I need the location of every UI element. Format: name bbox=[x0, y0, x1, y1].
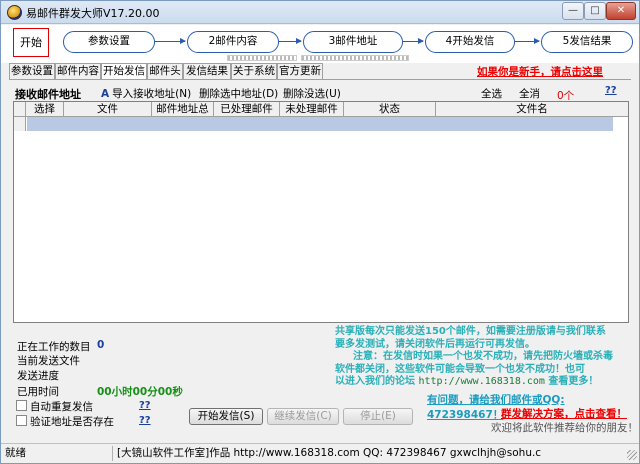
recommend-text: 欢迎将此软件推荐给你的朋友！ bbox=[491, 422, 638, 434]
delete-unselected-button[interactable]: 删除没选(U) bbox=[283, 86, 341, 101]
main-window: 易邮件群发大师V17.20.00 — □ ✕ 开始 参数设置 2邮件内容 3邮件… bbox=[0, 0, 640, 464]
verify-address-checkbox[interactable] bbox=[16, 415, 27, 426]
status-bar: 就绪 [大镜山软件工作室]作品 http://www.168318.com QQ… bbox=[1, 443, 639, 463]
status-state: 就绪 bbox=[5, 446, 113, 461]
arrow-icon bbox=[403, 38, 424, 44]
column-header-unprocessed[interactable]: 未处理邮件 bbox=[280, 102, 344, 117]
workflow-start[interactable]: 开始 bbox=[13, 28, 49, 57]
progress-label: 发送进度 bbox=[17, 370, 59, 382]
verify-help-link[interactable]: ?? bbox=[139, 415, 151, 426]
workflow-step-send[interactable]: 4开始发信 bbox=[425, 31, 515, 53]
column-header-total[interactable]: 邮件地址总数 bbox=[152, 102, 214, 129]
elapsed-label: 已用时间 bbox=[17, 386, 59, 398]
auto-resend-help-link[interactable]: ?? bbox=[139, 400, 151, 411]
title-bar: 易邮件群发大师V17.20.00 — □ ✕ bbox=[1, 1, 639, 24]
column-header-filename[interactable]: 文件名 bbox=[436, 102, 628, 117]
current-file-label: 当前发送文件 bbox=[17, 355, 80, 367]
tab-about[interactable]: 关于系统 bbox=[231, 63, 277, 79]
forum-url-link[interactable]: http://www.168318.com bbox=[418, 376, 544, 387]
help-link[interactable]: ?? bbox=[605, 85, 617, 96]
start-send-button[interactable]: 开始发信(S) bbox=[189, 408, 263, 425]
column-header-status[interactable]: 状态 bbox=[344, 102, 436, 117]
continue-send-button[interactable]: 继续发信(C) bbox=[267, 408, 339, 425]
window-title: 易邮件群发大师V17.20.00 bbox=[26, 7, 160, 20]
tab-send[interactable]: 开始发信 bbox=[101, 63, 147, 80]
tab-content[interactable]: 邮件内容 bbox=[55, 63, 101, 79]
recipient-section-title: 接收邮件地址 bbox=[15, 88, 81, 101]
arrow-icon bbox=[155, 38, 186, 44]
working-count-value: 0 bbox=[97, 339, 105, 351]
table-row[interactable] bbox=[14, 117, 628, 131]
arrow-icon bbox=[279, 38, 302, 44]
header-corner bbox=[14, 102, 26, 117]
newbie-help-link[interactable]: 如果你是新手，请点击这里 bbox=[477, 64, 603, 79]
select-all-button[interactable]: 全选 bbox=[481, 86, 502, 101]
workflow-step-results[interactable]: 5发信结果 bbox=[541, 31, 633, 53]
column-header-processed[interactable]: 已处理邮件 bbox=[214, 102, 280, 117]
workflow-step-content[interactable]: 2邮件内容 bbox=[187, 31, 279, 53]
auto-resend-checkbox[interactable] bbox=[16, 400, 27, 411]
scroll-track[interactable] bbox=[227, 55, 297, 61]
deselect-all-button[interactable]: 全消 bbox=[519, 86, 540, 101]
workflow-step-addresses[interactable]: 3邮件地址 bbox=[303, 31, 403, 53]
table-header: 选择 文件 邮件地址总数 已处理邮件 未处理邮件 状态 文件名 bbox=[14, 102, 628, 129]
delete-selected-button[interactable]: 删除选中地址(D) bbox=[199, 86, 278, 101]
stop-button[interactable]: 停止(E) bbox=[343, 408, 413, 425]
column-header-file[interactable]: 文件 bbox=[64, 102, 152, 117]
import-addresses-button[interactable]: A 导入接收地址(N) bbox=[101, 86, 191, 101]
tab-updates[interactable]: 官方更新 bbox=[277, 63, 323, 79]
status-credit: [大镜山软件工作室]作品 http://www.168318.com QQ: 4… bbox=[117, 447, 542, 459]
resize-grip-icon[interactable] bbox=[627, 450, 637, 460]
close-button[interactable]: ✕ bbox=[606, 2, 636, 20]
auto-resend-label: 自动重复发信 bbox=[30, 401, 93, 413]
solution-link[interactable]: 群发解决方案，点击查看！ bbox=[501, 406, 627, 421]
workflow-bar: 开始 参数设置 2邮件内容 3邮件地址 4开始发信 5发信结果 bbox=[1, 25, 639, 63]
maximize-button[interactable]: □ bbox=[584, 2, 606, 20]
scroll-track[interactable] bbox=[301, 55, 409, 61]
workflow-step-settings[interactable]: 参数设置 bbox=[63, 31, 155, 53]
column-header-select[interactable]: 选择 bbox=[26, 102, 64, 117]
tab-results[interactable]: 发信结果 bbox=[183, 63, 231, 79]
working-count-label: 正在工作的数目 bbox=[17, 341, 91, 353]
tab-headers[interactable]: 邮件头 bbox=[147, 63, 183, 79]
arrow-icon bbox=[515, 38, 540, 44]
elapsed-value: 00小时00分00秒 bbox=[97, 386, 183, 398]
shareware-notice: 共享版每次只能发送150个邮件，如需要注册版请与我们联系 要多发测试，请关闭软件… bbox=[335, 326, 613, 387]
selected-row-highlight bbox=[27, 117, 613, 131]
import-icon: A bbox=[101, 88, 110, 100]
row-indicator bbox=[14, 117, 26, 131]
address-table[interactable]: 选择 文件 邮件地址总数 已处理邮件 未处理邮件 状态 文件名 bbox=[13, 101, 629, 323]
verify-address-label: 验证地址是否存在 bbox=[30, 416, 114, 428]
app-logo-icon bbox=[7, 5, 22, 20]
minimize-button[interactable]: — bbox=[562, 2, 584, 20]
tab-settings[interactable]: 参数设置 bbox=[9, 63, 55, 79]
